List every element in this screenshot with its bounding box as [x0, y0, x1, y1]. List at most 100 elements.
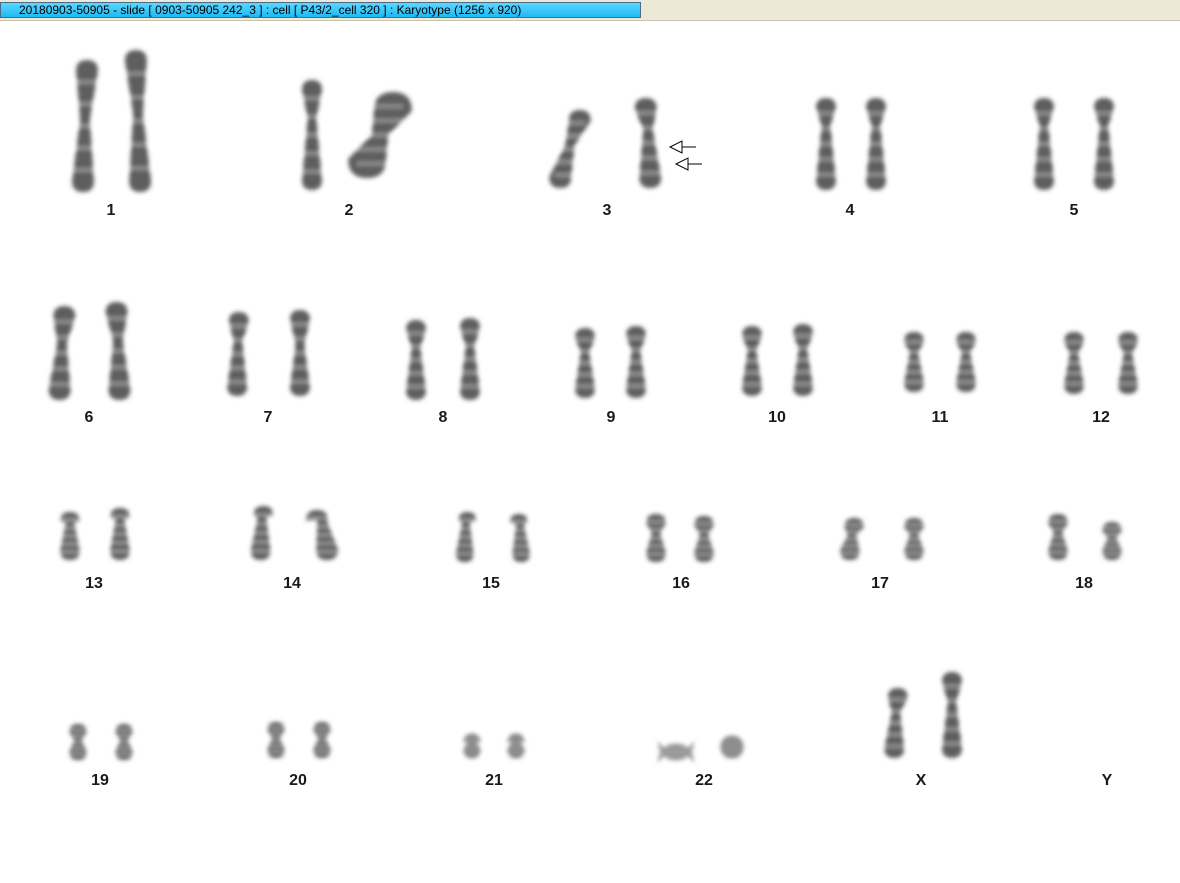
- karyotype-svg: [47, 50, 1142, 762]
- band-2: [298, 170, 326, 174]
- band-8: [402, 345, 430, 349]
- band-3: [555, 134, 585, 138]
- band-5: [1090, 127, 1118, 131]
- band-21: [459, 748, 485, 752]
- band-3: [633, 126, 663, 130]
- band-9: [622, 348, 650, 352]
- band-3: [555, 173, 585, 177]
- band-X: [938, 684, 966, 688]
- chromosome-label-2: 2: [344, 202, 354, 219]
- band-22: [654, 750, 698, 754]
- window-title[interactable]: 20180903-50905 - slide [ 0903-50905 242_…: [0, 2, 641, 18]
- band-12: [1060, 351, 1088, 355]
- band-13: [56, 534, 84, 538]
- band-6: [103, 349, 133, 353]
- band-16: [690, 545, 718, 549]
- band-17: [900, 537, 928, 541]
- chromosome-label-11: 11: [931, 409, 949, 426]
- chromosome-pair-17[interactable]: [838, 518, 928, 560]
- band-22: [716, 752, 748, 756]
- chromosome-label-16: 16: [672, 575, 690, 592]
- band-13: [106, 549, 134, 553]
- band-17: [838, 551, 866, 555]
- chromosome-pair-18[interactable]: [1044, 514, 1126, 560]
- band-2: [298, 96, 326, 100]
- band-X: [882, 709, 910, 713]
- band-20: [263, 738, 289, 742]
- band-11: [952, 350, 980, 354]
- chromosome-pair-4[interactable]: [812, 98, 890, 190]
- band-4: [862, 111, 890, 115]
- chromosome-pair-12[interactable]: [1060, 332, 1142, 394]
- band-11: [900, 350, 928, 354]
- chromosome-pair-14[interactable]: [248, 506, 338, 560]
- band-X: [882, 744, 910, 748]
- chromosome-pair-3[interactable]: [549, 98, 663, 188]
- chromosome-pair-15[interactable]: [453, 512, 533, 562]
- chromosome-pair-11[interactable]: [900, 332, 980, 392]
- band-X: [882, 733, 910, 737]
- band-14: [248, 513, 276, 517]
- band-21: [503, 748, 529, 752]
- band-22: [716, 749, 748, 753]
- band-4: [812, 127, 840, 131]
- band-4: [812, 111, 840, 115]
- band-9: [571, 373, 599, 377]
- band-3: [633, 111, 663, 115]
- band-10: [789, 346, 817, 350]
- band-19: [65, 746, 91, 750]
- chromosome-pair-2[interactable]: [298, 80, 412, 190]
- band-X: [938, 742, 966, 746]
- chromosome-pair-1[interactable]: [70, 50, 153, 192]
- chromosome-pair-5[interactable]: [1030, 98, 1118, 190]
- chromosome-pair-7[interactable]: [224, 310, 314, 396]
- chromosome-label-22: 22: [695, 772, 713, 789]
- band-7: [286, 380, 314, 384]
- band-X: [938, 727, 966, 731]
- chromosome-pair-8[interactable]: [402, 318, 484, 400]
- chromosome-pair-21[interactable]: [459, 734, 529, 758]
- band-15: [453, 518, 479, 522]
- chromosome-label-20: 20: [289, 772, 307, 789]
- band-3: [633, 171, 663, 175]
- band-17: [900, 523, 928, 527]
- band-20: [309, 738, 335, 742]
- chromosome-pair-6[interactable]: [47, 302, 133, 400]
- chromosome-pair-19[interactable]: [65, 724, 137, 760]
- band-10: [789, 334, 817, 338]
- band-16: [690, 537, 718, 541]
- band-11: [900, 360, 928, 364]
- chromosome-label-1: 1: [106, 202, 116, 219]
- band-15: [453, 552, 479, 556]
- band-1: [70, 146, 100, 150]
- band-20: [263, 750, 289, 754]
- band-6: [103, 316, 133, 320]
- chromosome-label-17: 17: [871, 575, 889, 592]
- band-12: [1114, 371, 1142, 375]
- band-12: [1114, 351, 1142, 355]
- band-13: [106, 523, 134, 527]
- band-5: [1030, 157, 1058, 161]
- band-3: [555, 160, 585, 164]
- chromosome-pair-22[interactable]: [654, 736, 748, 762]
- band-21: [503, 740, 529, 744]
- chromosome-label-15: 15: [482, 575, 500, 592]
- chromosome-label-13: 13: [85, 575, 103, 592]
- band-22: [654, 745, 698, 749]
- chromosome-pair-13[interactable]: [56, 508, 134, 560]
- chromosome-pair-20[interactable]: [263, 722, 335, 758]
- band-11: [900, 380, 928, 384]
- band-2: [357, 147, 403, 151]
- band-6: [47, 367, 77, 371]
- band-18: [1044, 535, 1072, 539]
- chromosome-label-21: 21: [485, 772, 503, 789]
- chromosome-pair-X[interactable]: [882, 672, 966, 758]
- chromosome-pair-10[interactable]: [738, 324, 817, 396]
- band-19: [111, 752, 137, 756]
- chromosome-pair-9[interactable]: [571, 326, 650, 398]
- band-22: [654, 747, 698, 751]
- band-5: [1090, 142, 1118, 146]
- band-9: [571, 338, 599, 342]
- band-10: [738, 336, 766, 340]
- chromosome-pair-16[interactable]: [642, 514, 718, 562]
